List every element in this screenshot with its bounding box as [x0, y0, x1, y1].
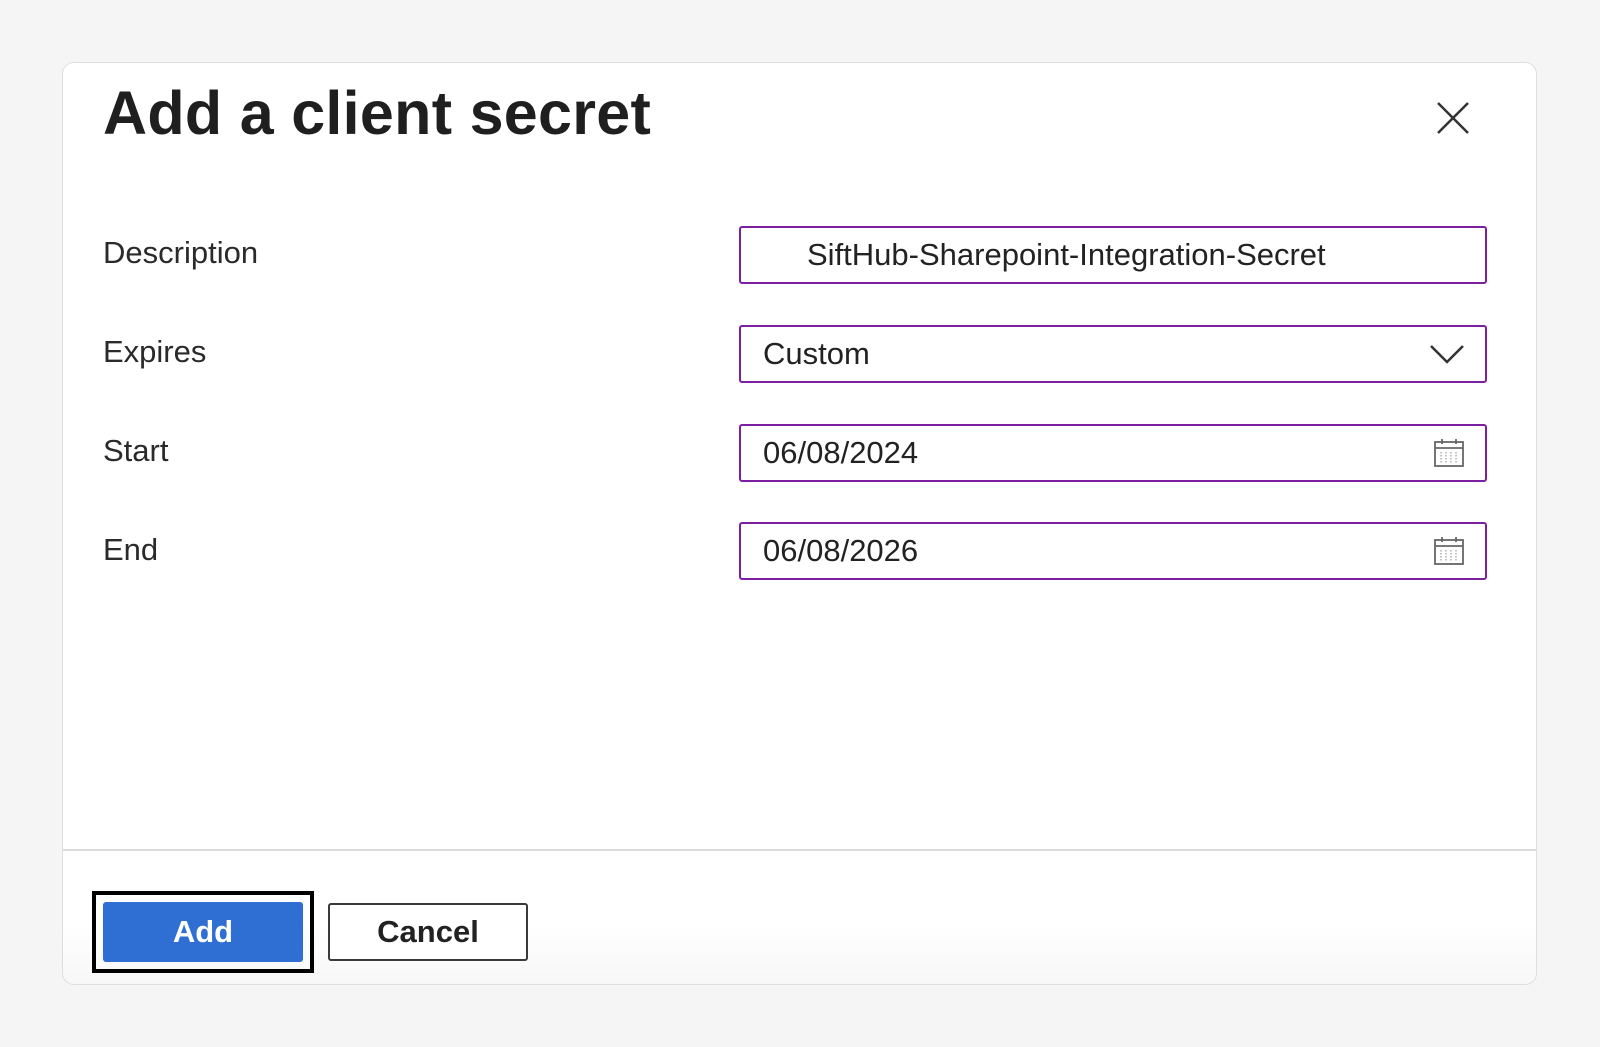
- end-label: End: [103, 532, 159, 567]
- footer-divider: [63, 849, 1536, 851]
- calendar-icon[interactable]: [1433, 438, 1465, 468]
- expires-label: Expires: [103, 334, 207, 369]
- cancel-button[interactable]: Cancel: [328, 903, 528, 961]
- add-client-secret-dialog: Add a client secret Description SiftHub-…: [62, 62, 1537, 985]
- end-date-input[interactable]: 06/08/2026: [739, 522, 1487, 580]
- description-input[interactable]: SiftHub-Sharepoint-Integration-Secret: [739, 226, 1487, 284]
- end-date-value: 06/08/2026: [763, 533, 919, 568]
- close-icon: [1428, 93, 1478, 143]
- description-value: SiftHub-Sharepoint-Integration-Secret: [807, 237, 1326, 272]
- close-button[interactable]: [1428, 93, 1478, 143]
- description-label: Description: [103, 235, 259, 270]
- start-date-input[interactable]: 06/08/2024: [739, 424, 1487, 482]
- start-label: Start: [103, 433, 169, 468]
- expires-dropdown[interactable]: Custom: [739, 325, 1487, 383]
- expires-selected-value: Custom: [763, 336, 870, 371]
- chevron-down-icon: [1429, 343, 1465, 365]
- calendar-icon[interactable]: [1433, 536, 1465, 566]
- dialog-title: Add a client secret: [103, 79, 652, 147]
- add-button[interactable]: Add: [103, 902, 303, 962]
- start-date-value: 06/08/2024: [763, 435, 919, 470]
